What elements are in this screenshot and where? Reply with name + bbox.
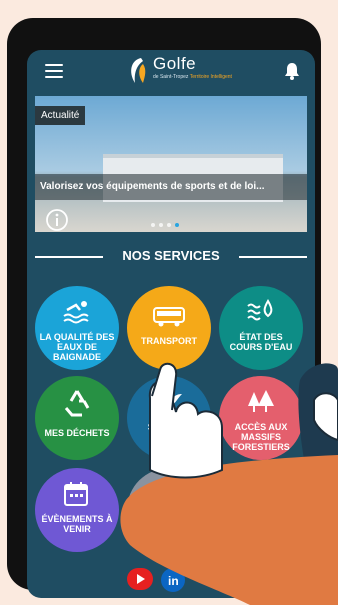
service-hidden-button[interactable] (127, 468, 211, 552)
service-bird-nests-button[interactable]: SIG NID D (127, 376, 211, 460)
service-waste-button[interactable]: MES DÉCHETS (35, 376, 119, 460)
calendar-icon (64, 482, 88, 506)
hamburger-menu-icon[interactable] (45, 64, 63, 78)
service-events-button[interactable]: ÉVÈNEMENTS À VENIR (35, 468, 119, 552)
app-screen: Golfe de Saint-Tropez Territoire Intelli… (27, 50, 315, 598)
service-label: SIG NID D (147, 422, 191, 432)
news-caption-text: Valorisez vos équipements de sports et d… (40, 181, 265, 192)
carousel-dot[interactable] (151, 223, 155, 227)
service-forests-button[interactable]: ACCÈS AUX MASSIFS FORESTIERS (219, 376, 303, 460)
water-waves-icon (247, 298, 273, 321)
bell-icon[interactable] (284, 62, 300, 80)
carousel-dot-active[interactable] (175, 223, 179, 227)
phone-frame: Golfe de Saint-Tropez Territoire Intelli… (7, 18, 321, 598)
news-carousel[interactable]: Actualité Valorisez vos équipements de s… (35, 96, 307, 232)
carousel-pagination[interactable] (151, 214, 183, 232)
service-rivers-button[interactable]: ÉTAT DES COURS D'EAU (219, 286, 303, 370)
service-label: ÉTAT DES COURS D'EAU (229, 332, 293, 352)
info-icon[interactable] (45, 208, 69, 232)
bus-icon (153, 307, 185, 327)
service-water-quality-button[interactable]: LA QUALITÉ DES EAUX DE BAIGNADE (35, 286, 119, 370)
service-label: MES DÉCHETS (44, 428, 110, 438)
swimmer-icon (63, 301, 89, 324)
service-label: ACCÈS AUX MASSIFS FORESTIERS (232, 422, 290, 452)
service-transport-button[interactable]: TRANSPORT (127, 286, 211, 370)
social-icons: in (127, 568, 185, 592)
forest-icon (248, 390, 274, 412)
app-logo: Golfe de Saint-Tropez Territoire Intelli… (125, 54, 232, 90)
logo-emblem-icon (131, 58, 146, 83)
youtube-icon[interactable] (127, 568, 153, 590)
news-caption-bar[interactable]: Valorisez vos équipements de sports et d… (35, 174, 307, 200)
top-bar: Golfe de Saint-Tropez Territoire Intelli… (27, 50, 315, 94)
logo-subtitle: de Saint-Tropez Territoire Intelligent (153, 74, 232, 80)
service-label: LA QUALITÉ DES EAUX DE BAIGNADE (39, 332, 115, 362)
logo-title: Golfe (153, 54, 197, 73)
service-label: TRANSPORT (141, 336, 197, 346)
recycle-icon (64, 390, 90, 417)
social-links: in (127, 566, 197, 598)
bird-icon (157, 394, 182, 406)
news-tab-label: Actualité (35, 106, 86, 125)
svg-text:in: in (168, 574, 179, 588)
carousel-dot[interactable] (159, 223, 163, 227)
service-sea-button[interactable] (219, 468, 303, 552)
linkedin-icon[interactable]: in (161, 568, 185, 592)
fish-icon (247, 482, 275, 497)
service-label: ÉVÈNEMENTS À VENIR (41, 514, 113, 534)
carousel-dot[interactable] (167, 223, 171, 227)
services-heading: NOS SERVICES (35, 248, 307, 264)
